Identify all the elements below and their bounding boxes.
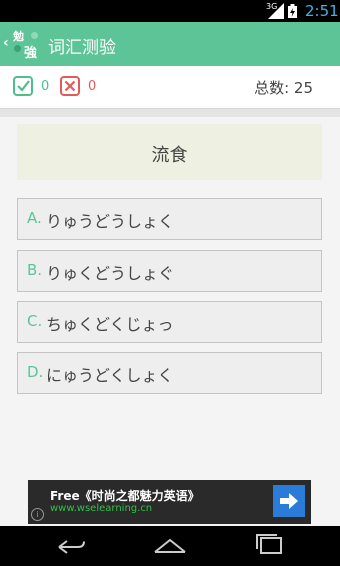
status-bar: 3G 2:51 — [0, 0, 340, 22]
option-letter: C. — [27, 312, 43, 330]
back-icon[interactable] — [54, 536, 88, 556]
cross-icon — [60, 76, 80, 96]
battery-icon — [288, 4, 297, 18]
clock: 2:51 — [305, 2, 339, 20]
arrow-right-icon — [280, 493, 298, 509]
option-text: ちゅくどくじょっ — [46, 315, 174, 334]
question-card: 流食 — [17, 124, 322, 180]
logo-char-top: 勉 — [13, 30, 24, 43]
info-icon[interactable]: i — [31, 508, 44, 521]
option-text: りゅくどうしょぐ — [46, 264, 175, 283]
ad-arrow-button[interactable] — [273, 485, 305, 517]
logo-dot — [14, 45, 21, 52]
correct-count: 0 — [41, 79, 50, 94]
option-letter: B. — [27, 261, 43, 279]
app-logo[interactable]: 勉 強 — [11, 28, 41, 61]
recents-icon[interactable] — [253, 534, 287, 556]
wrong-count: 0 — [88, 79, 97, 94]
ad-url[interactable]: www.wselearning.cn — [50, 503, 152, 514]
back-chevron-icon[interactable]: ‹ — [3, 35, 9, 51]
option-d[interactable]: D. にゅうどくしょく — [17, 352, 322, 394]
nav-bar — [0, 526, 340, 566]
logo-dot — [31, 32, 38, 39]
option-b[interactable]: B. りゅくどうしょぐ — [17, 250, 322, 292]
total-count: 总数: 25 — [254, 79, 313, 97]
check-icon — [13, 76, 33, 96]
score-bar: 0 0 总数: 25 — [0, 66, 340, 109]
option-text: にゅうどくしょく — [46, 366, 174, 385]
ad-title: Free《时尚之都魅力英语》 — [50, 489, 200, 503]
ad-banner[interactable]: Free《时尚之都魅力英语》 www.wselearning.cn i — [28, 480, 311, 524]
option-c[interactable]: C. ちゅくどくじょっ — [17, 301, 322, 343]
quiz-content: 0 0 总数: 25 流食 A. りゅうどうしょく B. りゅくどうしょぐ C.… — [0, 66, 340, 526]
page-title: 词汇测验 — [48, 38, 116, 58]
logo-char-bottom: 強 — [24, 46, 38, 61]
signal-icon — [268, 3, 284, 19]
question-word: 流食 — [151, 145, 188, 166]
divider — [0, 109, 340, 117]
app-bar: ‹ 勉 強 词汇测验 — [0, 22, 340, 66]
home-icon[interactable] — [153, 537, 187, 555]
option-a[interactable]: A. りゅうどうしょく — [17, 198, 322, 240]
option-letter: D. — [27, 363, 44, 381]
option-text: りゅうどうしょく — [46, 212, 175, 231]
option-letter: A. — [27, 209, 42, 227]
